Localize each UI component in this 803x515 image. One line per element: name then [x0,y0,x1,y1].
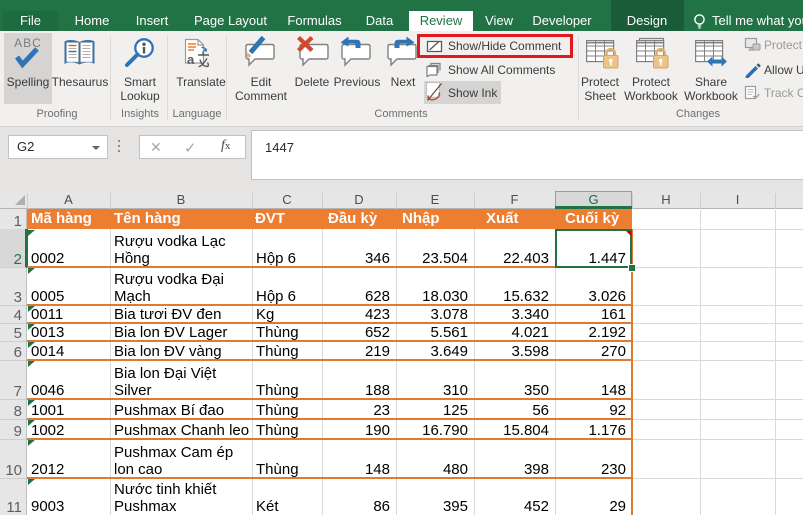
svg-text:a: a [187,52,195,67]
